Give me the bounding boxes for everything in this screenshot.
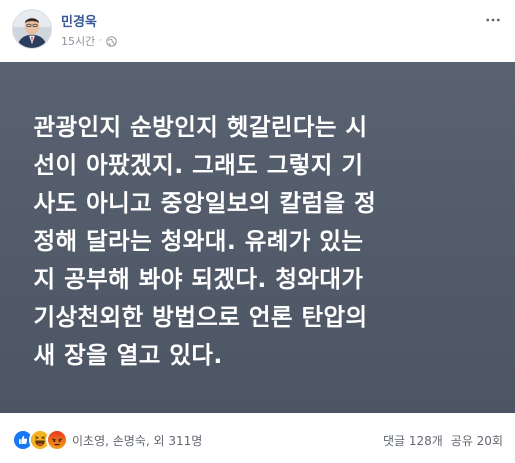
- avatar[interactable]: [12, 9, 52, 49]
- post-timestamp[interactable]: 15시간: [61, 33, 95, 49]
- more-options-icon[interactable]: [483, 10, 503, 30]
- angry-icon[interactable]: [46, 429, 68, 451]
- post-background: 관광인지 순방인지 헷갈린다는 시 선이 아팠겠지. 그래도 그렇지 기 사도 …: [0, 62, 515, 413]
- reaction-icons[interactable]: [12, 429, 68, 451]
- post-header: 민경욱 15시간 ·: [0, 0, 515, 62]
- post-card: 민경욱 15시간 · 관광인지 순방인지 헷갈린다는 시 선이 아팠겠지. 그래…: [0, 0, 515, 463]
- comment-count[interactable]: 댓글 128개: [383, 432, 443, 449]
- reactor-names[interactable]: 이초영, 손명숙, 외 311명: [72, 432, 202, 449]
- share-count[interactable]: 공유 20회: [451, 432, 503, 449]
- post-stats: 댓글 128개 공유 20회: [383, 432, 503, 449]
- post-footer: 이초영, 손명숙, 외 311명 댓글 128개 공유 20회: [0, 413, 515, 463]
- meta-separator: ·: [99, 36, 103, 46]
- post-meta: 15시간 ·: [61, 33, 117, 49]
- author-name[interactable]: 민경욱: [61, 11, 97, 30]
- globe-icon: [106, 35, 117, 47]
- avatar-image: [13, 10, 51, 48]
- post-text: 관광인지 순방인지 헷갈린다는 시 선이 아팠겠지. 그래도 그렇지 기 사도 …: [33, 112, 377, 369]
